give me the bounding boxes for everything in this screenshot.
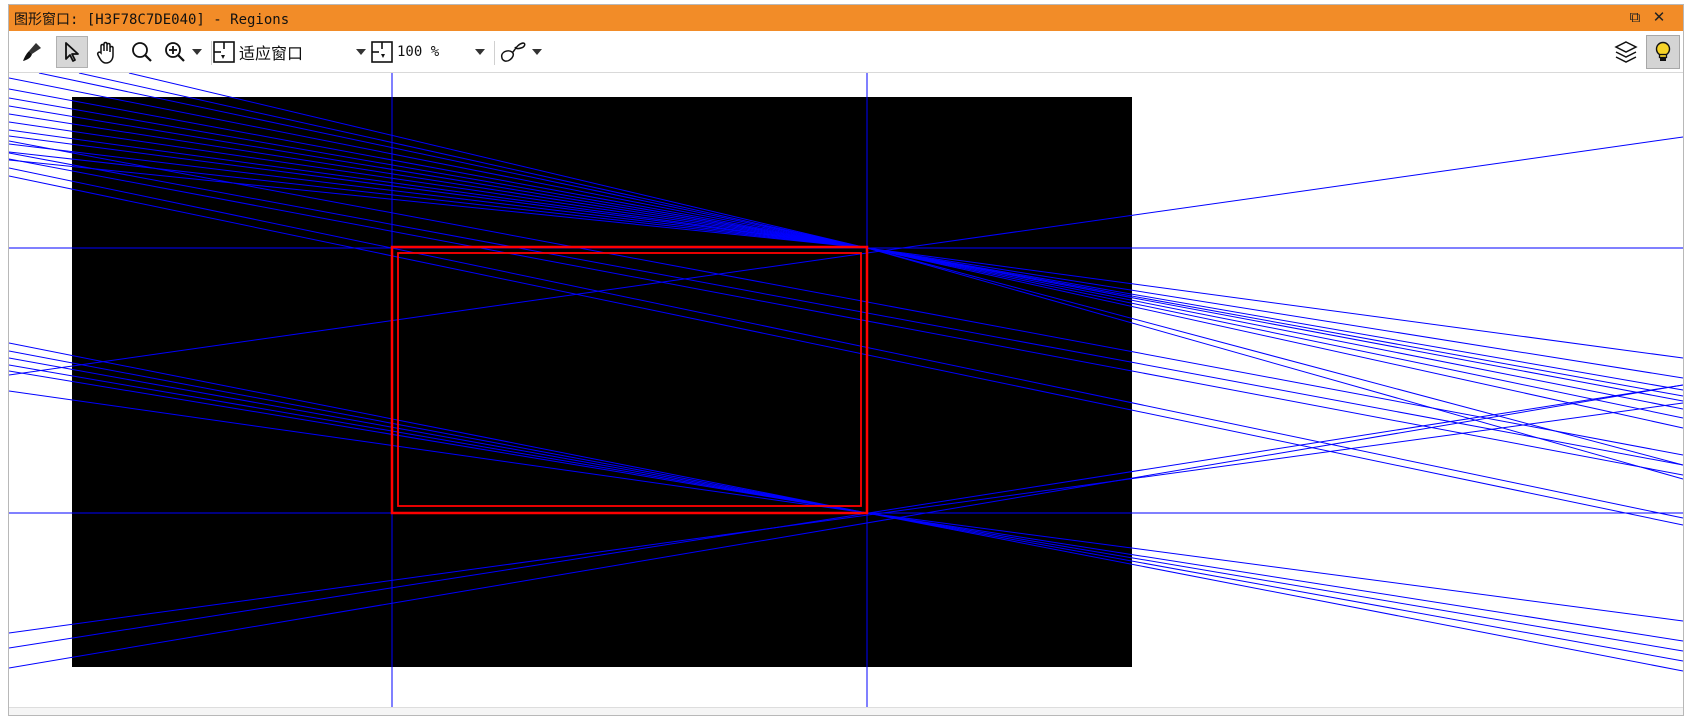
fit-window-label: 适应窗口 bbox=[239, 44, 304, 63]
chevron-down-icon bbox=[192, 49, 202, 55]
draw-dropdown-button[interactable] bbox=[530, 36, 544, 68]
graphics-canvas[interactable] bbox=[9, 73, 1683, 715]
fit-dropdown-button[interactable] bbox=[354, 36, 368, 68]
zoom-level-value: 100 % bbox=[397, 44, 440, 60]
draw-region-button[interactable] bbox=[498, 36, 530, 68]
lightbulb-icon bbox=[1651, 40, 1675, 64]
magnifier-icon bbox=[130, 40, 154, 64]
select-tool-button[interactable] bbox=[56, 36, 88, 68]
toggle-info-button[interactable] bbox=[1646, 35, 1680, 69]
graphics-window: 图形窗口: [H3F78C7DE040] - Regions ⧉ ✕ 适应窗口 … bbox=[8, 4, 1684, 716]
fit-window-icon bbox=[213, 41, 235, 63]
freehand-icon bbox=[499, 40, 529, 64]
chevron-down-icon bbox=[532, 49, 542, 55]
magnify-tool-button[interactable] bbox=[127, 36, 157, 68]
title-bar: 图形窗口: [H3F78C7DE040] - Regions ⧉ ✕ bbox=[9, 5, 1683, 31]
close-window-button[interactable]: ✕ bbox=[1650, 8, 1668, 26]
restore-window-button[interactable]: ⧉ bbox=[1626, 8, 1644, 26]
zoom-in-icon bbox=[163, 40, 187, 64]
toolbar-separator bbox=[494, 41, 495, 65]
layers-icon bbox=[1614, 40, 1638, 64]
canvas-drawing bbox=[9, 73, 1683, 715]
status-strip bbox=[9, 707, 1683, 715]
chevron-down-icon bbox=[356, 49, 366, 55]
pointer-icon bbox=[62, 41, 82, 63]
window-title: 图形窗口: [H3F78C7DE040] - Regions bbox=[14, 12, 290, 28]
chevron-down-icon bbox=[475, 49, 485, 55]
fit-window-button[interactable]: 适应窗口 bbox=[213, 36, 309, 68]
toolbar-separator bbox=[211, 41, 212, 65]
brush-icon bbox=[21, 40, 45, 64]
clear-button[interactable] bbox=[17, 36, 49, 68]
zoom-level-dropdown-button[interactable] bbox=[473, 36, 487, 68]
hand-icon bbox=[94, 39, 120, 65]
zoom-level-icon bbox=[371, 41, 393, 63]
zoom-tool-button[interactable] bbox=[160, 36, 190, 68]
toolbar: 适应窗口 100 % bbox=[9, 31, 1683, 73]
zoom-dropdown-button[interactable] bbox=[190, 36, 204, 68]
pan-tool-button[interactable] bbox=[91, 36, 123, 68]
layers-button[interactable] bbox=[1611, 36, 1641, 68]
zoom-level-select[interactable]: 100 % bbox=[371, 36, 486, 68]
